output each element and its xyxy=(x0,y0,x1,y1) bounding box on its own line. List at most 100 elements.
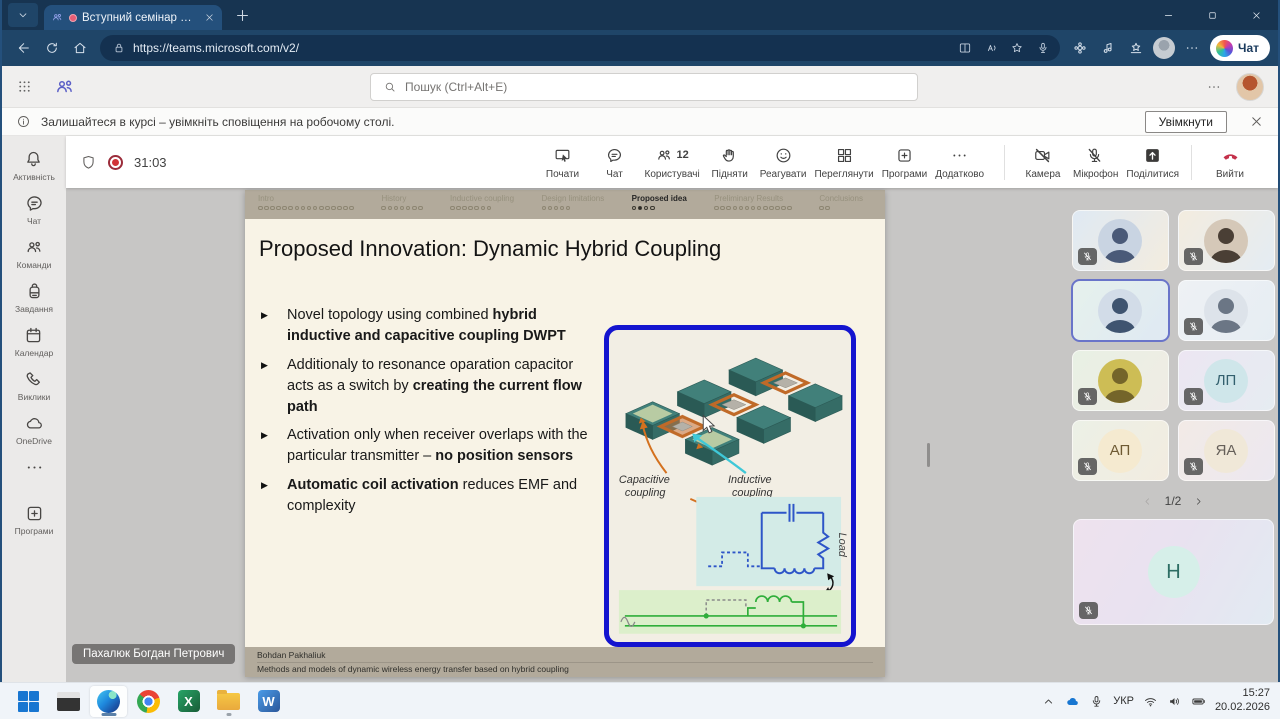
tab-actions-button[interactable] xyxy=(8,3,38,27)
sidebar-item-apps[interactable]: Програми xyxy=(15,503,54,536)
start-button[interactable] xyxy=(10,686,47,717)
taskbar-word-icon[interactable]: W xyxy=(250,686,287,717)
split-screen-icon[interactable] xyxy=(952,34,978,62)
progress-dot xyxy=(566,206,571,211)
wifi-icon[interactable] xyxy=(1143,694,1158,709)
leave-button[interactable]: Вийти xyxy=(1204,145,1256,180)
taskbar-edge-icon[interactable] xyxy=(90,686,127,717)
banner-close-icon[interactable] xyxy=(1249,114,1264,129)
apps-button[interactable]: Програми xyxy=(878,145,932,180)
read-aloud-icon[interactable] xyxy=(978,34,1004,62)
browser-menu-icon[interactable] xyxy=(1178,34,1206,62)
progress-dot xyxy=(388,206,393,211)
gallery-prev-icon[interactable] xyxy=(1142,496,1153,507)
back-icon[interactable] xyxy=(10,34,38,62)
slide-progress-dots xyxy=(258,206,354,211)
muted-mic-icon xyxy=(1184,388,1203,405)
info-icon xyxy=(16,114,31,129)
sidebar-item-assignments[interactable]: Завдання xyxy=(15,281,53,314)
chat-button[interactable]: Чат xyxy=(589,145,641,180)
slide-section-label: Conclusions xyxy=(819,194,863,203)
copilot-chat-button[interactable]: Чат xyxy=(1210,35,1270,61)
stage-scrollbar[interactable] xyxy=(927,443,930,467)
browser-tab[interactable]: Вступний семінар ДБ теми 1 xyxy=(44,5,222,30)
browser-profile-avatar[interactable] xyxy=(1150,34,1178,62)
slide-section-design-limitations[interactable]: Design limitations xyxy=(542,194,605,219)
participant-tile[interactable] xyxy=(1072,350,1169,411)
sidebar-item-more[interactable] xyxy=(24,457,45,478)
progress-dot xyxy=(456,206,461,211)
maximize-icon[interactable] xyxy=(1190,0,1234,30)
participant-tile[interactable] xyxy=(1178,280,1275,341)
slide-section-history[interactable]: History xyxy=(381,194,422,219)
sidebar-item-onedrive[interactable]: OneDrive xyxy=(16,413,52,446)
taskbar-clock[interactable]: 15:27 20.02.2026 xyxy=(1215,687,1270,715)
taskbar-excel-icon[interactable]: X xyxy=(170,686,207,717)
address-bar[interactable]: https://teams.microsoft.com/v2/ xyxy=(100,35,1060,61)
participant-tile[interactable] xyxy=(1072,280,1169,341)
sidebar-item-label: Програми xyxy=(15,526,54,536)
raise-hand-button[interactable]: Підняти xyxy=(704,145,756,180)
battery-icon[interactable] xyxy=(1191,694,1206,709)
gallery-next-icon[interactable] xyxy=(1193,496,1204,507)
home-icon[interactable] xyxy=(66,34,94,62)
view-button[interactable]: Переглянути xyxy=(810,145,877,180)
tab-title: Вступний семінар ДБ теми 1 xyxy=(82,12,199,24)
participant-tile[interactable]: ЛП xyxy=(1178,350,1275,411)
slide-section-inductive-coupling[interactable]: Inductive coupling xyxy=(450,194,514,219)
teams-more-icon[interactable] xyxy=(1206,79,1222,95)
tray-expand-icon[interactable] xyxy=(1041,694,1056,709)
language-indicator[interactable]: УКР xyxy=(1113,695,1134,707)
refresh-icon[interactable] xyxy=(38,34,66,62)
sidebar-item-chat[interactable]: Чат xyxy=(24,193,45,226)
more-button[interactable]: Додатково xyxy=(931,145,988,180)
teams-header: Пошук (Ctrl+Alt+E) xyxy=(2,66,1278,108)
participant-tile[interactable] xyxy=(1178,210,1275,271)
participants-button[interactable]: 12Користувачі xyxy=(641,145,704,180)
start-share-button[interactable]: Почати xyxy=(537,145,589,180)
media-controls-icon[interactable] xyxy=(1094,34,1122,62)
minimize-icon[interactable] xyxy=(1146,0,1190,30)
participant-tile[interactable]: АП xyxy=(1072,420,1169,481)
slide-author: Bohdan Pakhaliuk xyxy=(257,650,873,663)
sidebar-item-calendar[interactable]: Календар xyxy=(15,325,53,358)
favorite-icon[interactable] xyxy=(1004,34,1030,62)
extensions-icon[interactable] xyxy=(1066,34,1094,62)
react-button[interactable]: Реагувати xyxy=(756,145,811,180)
voice-search-icon[interactable] xyxy=(1030,34,1056,62)
sidebar-item-activity[interactable]: Активність xyxy=(13,149,55,182)
close-icon[interactable] xyxy=(1234,0,1278,30)
new-tab-button[interactable] xyxy=(234,7,251,24)
teams-search-input[interactable]: Пошук (Ctrl+Alt+E) xyxy=(370,73,918,101)
tab-close-icon[interactable] xyxy=(204,12,215,23)
participant-tile[interactable] xyxy=(1072,210,1169,271)
taskbar-chrome-icon[interactable] xyxy=(130,686,167,717)
slide-section-conclusions[interactable]: Conclusions xyxy=(819,194,863,219)
progress-dot xyxy=(450,206,455,211)
sidebar-item-calls[interactable]: Виклики xyxy=(18,369,50,402)
sidebar-item-teams[interactable]: Команди xyxy=(17,237,52,270)
slide-section-proposed-idea[interactable]: Proposed idea xyxy=(632,194,687,219)
taskbar-app-window-icon[interactable] xyxy=(50,686,87,717)
onedrive-tray-icon[interactable] xyxy=(1065,694,1080,709)
enable-notifications-button[interactable]: Увімкнути xyxy=(1145,111,1227,133)
volume-icon[interactable] xyxy=(1167,694,1182,709)
teams-profile-avatar[interactable] xyxy=(1236,73,1264,101)
progress-dot xyxy=(487,206,492,211)
avatar xyxy=(1204,289,1248,333)
taskbar-file-explorer-icon[interactable] xyxy=(210,686,247,717)
participant-tile[interactable]: ЯА xyxy=(1178,420,1275,481)
slide-section-intro[interactable]: Intro xyxy=(258,194,354,219)
mic-button[interactable]: Мікрофон xyxy=(1069,145,1122,180)
sidebar-item-label: Календар xyxy=(15,348,53,358)
share-button[interactable]: Поділитися xyxy=(1122,145,1183,180)
muted-mic-icon xyxy=(1078,388,1097,405)
app-launcher-icon[interactable] xyxy=(16,78,33,95)
muted-mic-icon xyxy=(1184,318,1203,335)
collections-icon[interactable] xyxy=(1122,34,1150,62)
tray-mic-icon[interactable] xyxy=(1089,694,1104,709)
slide-section-preliminary-results[interactable]: Preliminary Results xyxy=(714,194,792,219)
participant-tile-large[interactable]: Н xyxy=(1073,519,1274,625)
camera-button[interactable]: Камера xyxy=(1017,145,1069,180)
banner-text: Залишайтеся в курсі – увімкніть сповіщен… xyxy=(41,115,394,129)
